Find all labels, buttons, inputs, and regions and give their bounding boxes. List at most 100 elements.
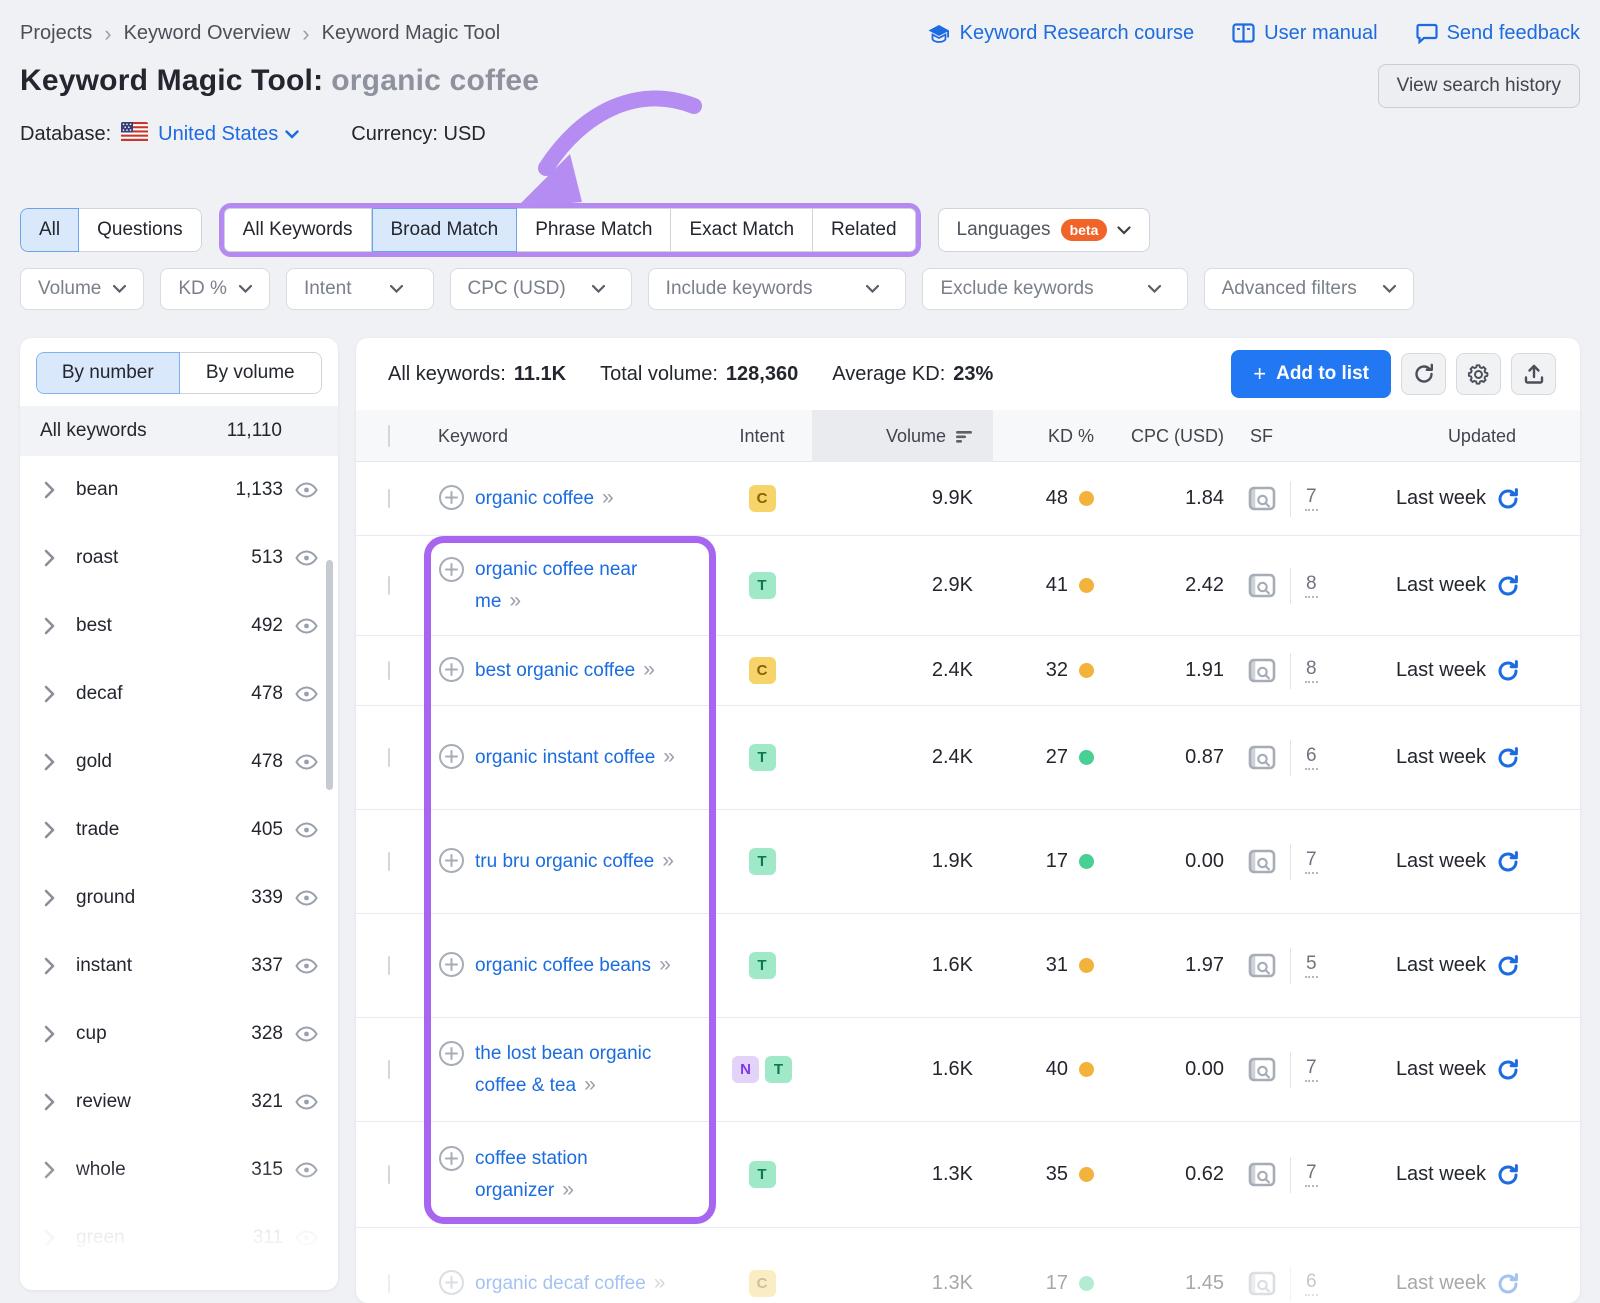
chevron-right-icon[interactable]	[44, 1161, 66, 1179]
intent-filter-dropdown[interactable]: Intent	[285, 268, 434, 310]
keyword-link[interactable]: the lost bean organic coffee & tea	[475, 1043, 651, 1096]
row-checkbox[interactable]	[388, 1273, 390, 1293]
cpc-filter-dropdown[interactable]: CPC (USD)	[449, 268, 632, 310]
keyword-link[interactable]: tru bru organic coffee	[475, 851, 654, 872]
send-feedback-link[interactable]: Send feedback	[1415, 22, 1580, 45]
chevron-right-icon[interactable]	[44, 1229, 66, 1247]
row-checkbox[interactable]	[388, 955, 390, 975]
sf-count[interactable]: 7	[1305, 849, 1318, 874]
sidebar-all-keywords-row[interactable]: All keywords 11,110	[20, 406, 338, 456]
eye-icon[interactable]	[295, 550, 318, 566]
chevron-right-icon[interactable]	[44, 481, 66, 499]
sidebar-group-roast[interactable]: roast 513	[20, 524, 338, 592]
tab-all-keywords[interactable]: All Keywords	[223, 208, 372, 252]
row-checkbox[interactable]	[388, 660, 390, 680]
expand-keyword-icon[interactable]: »	[509, 589, 521, 612]
expand-keyword-icon[interactable]: »	[659, 953, 671, 976]
add-keyword-plus-icon[interactable]	[438, 1040, 465, 1072]
eye-icon[interactable]	[295, 482, 318, 498]
serp-features-icon[interactable]	[1248, 486, 1276, 512]
serp-features-icon[interactable]	[1248, 849, 1276, 875]
tab-all[interactable]: All	[20, 208, 80, 252]
row-checkbox[interactable]	[388, 747, 390, 767]
chevron-right-icon[interactable]	[44, 1093, 66, 1111]
sidebar-group-best[interactable]: best 492	[20, 592, 338, 660]
breadcrumb-keyword-overview[interactable]: Keyword Overview	[124, 22, 291, 45]
chevron-right-icon[interactable]	[44, 617, 66, 635]
eye-icon[interactable]	[295, 618, 318, 634]
chevron-right-icon[interactable]	[44, 685, 66, 703]
sf-count[interactable]: 6	[1305, 745, 1318, 770]
tab-related[interactable]: Related	[813, 208, 916, 252]
breadcrumb-projects[interactable]: Projects	[20, 22, 92, 45]
include-keywords-dropdown[interactable]: Include keywords	[647, 268, 907, 310]
add-keyword-plus-icon[interactable]	[438, 1145, 465, 1177]
row-checkbox[interactable]	[388, 488, 390, 508]
sf-count[interactable]: 6	[1305, 1271, 1318, 1296]
eye-icon[interactable]	[295, 1026, 318, 1042]
serp-features-icon[interactable]	[1248, 658, 1276, 684]
volume-filter-dropdown[interactable]: Volume	[20, 268, 145, 310]
breadcrumb-keyword-magic-tool[interactable]: Keyword Magic Tool	[322, 22, 501, 45]
refresh-button[interactable]	[1401, 353, 1446, 395]
advanced-filters-dropdown[interactable]: Advanced filters	[1203, 268, 1414, 310]
sidebar-group-instant[interactable]: instant 337	[20, 932, 338, 1000]
expand-keyword-icon[interactable]: »	[663, 745, 675, 768]
row-checkbox[interactable]	[388, 851, 390, 871]
expand-keyword-icon[interactable]: »	[602, 486, 614, 509]
sf-count[interactable]: 8	[1305, 573, 1318, 598]
refresh-metrics-icon[interactable]	[1496, 574, 1520, 598]
serp-features-icon[interactable]	[1248, 953, 1276, 979]
eye-icon[interactable]	[295, 686, 318, 702]
add-keyword-plus-icon[interactable]	[438, 743, 465, 775]
keyword-link[interactable]: organic instant coffee	[475, 747, 655, 768]
tab-phrase-match[interactable]: Phrase Match	[517, 208, 672, 252]
sidebar-group-cup[interactable]: cup 328	[20, 1000, 338, 1068]
tab-exact-match[interactable]: Exact Match	[671, 208, 814, 252]
expand-keyword-icon[interactable]: »	[654, 1271, 666, 1294]
tab-questions[interactable]: Questions	[79, 208, 202, 252]
eye-icon[interactable]	[295, 1162, 318, 1178]
add-keyword-plus-icon[interactable]	[438, 556, 465, 588]
serp-features-icon[interactable]	[1248, 1271, 1276, 1297]
kd-filter-dropdown[interactable]: KD %	[160, 268, 270, 310]
export-button[interactable]	[1511, 353, 1556, 395]
refresh-metrics-icon[interactable]	[1496, 659, 1520, 683]
chevron-right-icon[interactable]	[44, 753, 66, 771]
eye-icon[interactable]	[295, 754, 318, 770]
tab-broad-match[interactable]: Broad Match	[371, 208, 518, 252]
add-keyword-plus-icon[interactable]	[438, 847, 465, 879]
keyword-research-course-link[interactable]: Keyword Research course	[927, 22, 1194, 45]
add-keyword-plus-icon[interactable]	[438, 484, 465, 516]
database-selector[interactable]: United States	[158, 123, 299, 146]
exclude-keywords-dropdown[interactable]: Exclude keywords	[922, 268, 1188, 310]
sidebar-group-green[interactable]: green 311	[20, 1204, 338, 1272]
add-keyword-plus-icon[interactable]	[438, 656, 465, 688]
settings-gear-button[interactable]	[1456, 353, 1501, 395]
refresh-metrics-icon[interactable]	[1496, 1163, 1520, 1187]
serp-features-icon[interactable]	[1248, 745, 1276, 771]
chevron-right-icon[interactable]	[44, 821, 66, 839]
eye-icon[interactable]	[295, 1230, 318, 1246]
row-checkbox[interactable]	[388, 1164, 390, 1184]
row-checkbox[interactable]	[388, 575, 390, 595]
eye-icon[interactable]	[295, 1094, 318, 1110]
sidebar-group-bean[interactable]: bean 1,133	[20, 456, 338, 524]
keyword-link[interactable]: organic coffee beans	[475, 955, 651, 976]
view-search-history-button[interactable]: View search history	[1377, 64, 1580, 108]
keyword-link[interactable]: organic coffee near me	[475, 559, 637, 612]
by-number-toggle[interactable]: By number	[36, 352, 180, 394]
by-volume-toggle[interactable]: By volume	[179, 352, 322, 394]
chevron-right-icon[interactable]	[44, 957, 66, 975]
sidebar-group-gold[interactable]: gold 478	[20, 728, 338, 796]
eye-icon[interactable]	[295, 958, 318, 974]
sf-count[interactable]: 7	[1305, 486, 1318, 511]
add-to-list-button[interactable]: + Add to list	[1231, 350, 1391, 398]
expand-keyword-icon[interactable]: »	[562, 1178, 574, 1201]
refresh-metrics-icon[interactable]	[1496, 954, 1520, 978]
serp-features-icon[interactable]	[1248, 573, 1276, 599]
sidebar-group-whole[interactable]: whole 315	[20, 1136, 338, 1204]
chevron-right-icon[interactable]	[44, 889, 66, 907]
refresh-metrics-icon[interactable]	[1496, 487, 1520, 511]
sidebar-group-review[interactable]: review 321	[20, 1068, 338, 1136]
